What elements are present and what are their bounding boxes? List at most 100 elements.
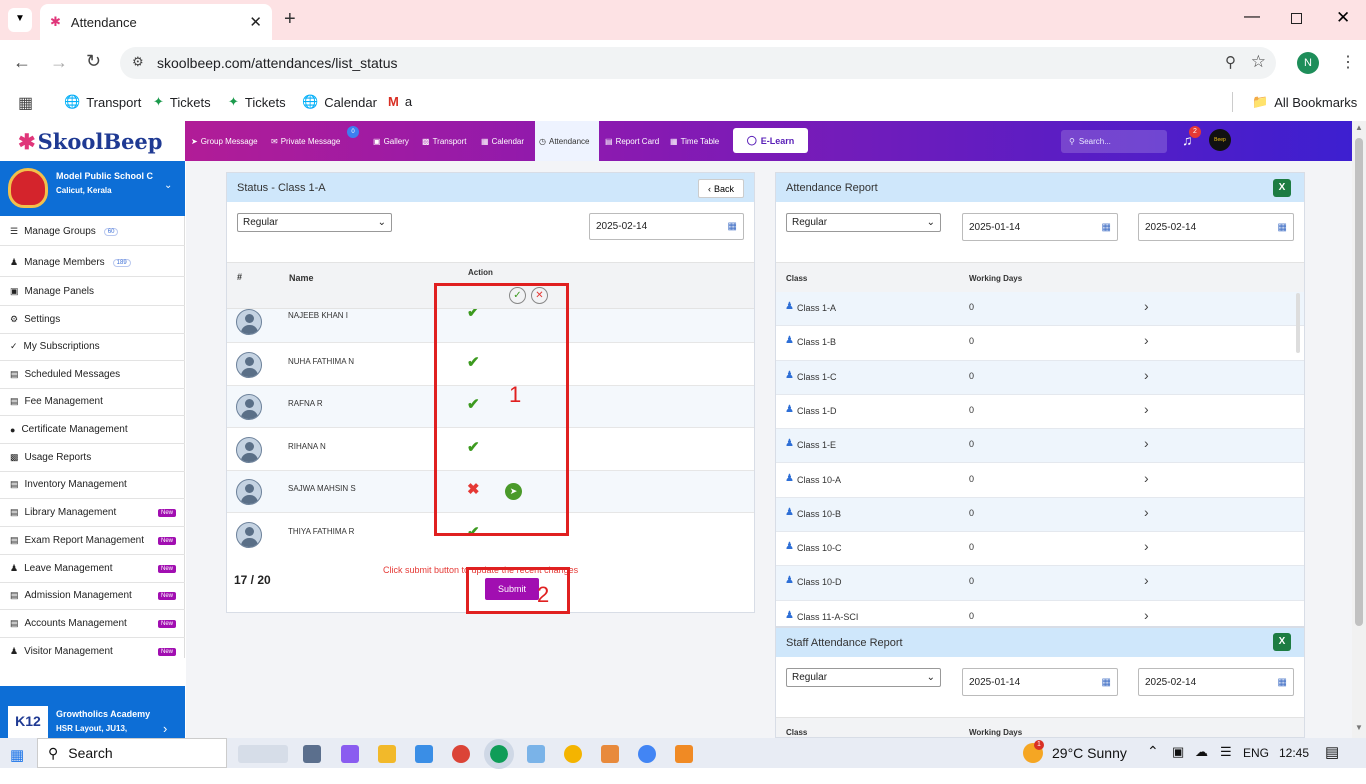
attendance-type-select[interactable]: Regular ⌄	[237, 213, 392, 232]
tab-search-dropdown-icon[interactable]: ▼	[8, 8, 32, 32]
restore-icon[interactable]	[1291, 13, 1302, 24]
sidebar-item[interactable]: ▤ Accounts Management New	[0, 610, 185, 638]
birds-widget-icon[interactable]	[238, 745, 288, 763]
nav-attendance[interactable]: ◷ Attendance	[535, 121, 599, 161]
bookmark-tickets-1[interactable]: ✦ Tickets	[153, 94, 211, 110]
clock[interactable]: 12:45	[1279, 746, 1309, 760]
sidebar-item[interactable]: ☰ Manage Groups 60	[0, 218, 185, 246]
sidebar-item[interactable]: ▤ Scheduled Messages	[0, 361, 185, 389]
profile-avatar[interactable]: N	[1297, 52, 1319, 74]
bookmark-transport[interactable]: 🌐 Transport	[64, 94, 141, 110]
chrome-2-icon[interactable]	[564, 745, 582, 763]
skoolbeep-logo[interactable]: ✱ SkoolBeep	[0, 121, 185, 161]
bookmark-calendar[interactable]: 🌐 Calendar	[302, 94, 377, 110]
sidebar-item[interactable]: ▤ Exam Report Management New	[0, 527, 185, 555]
report-from-date[interactable]: 2025-01-14 ▦	[962, 213, 1118, 241]
class-row[interactable]: ♟ Class 10-C 0 ›	[776, 532, 1304, 567]
nav-report-card[interactable]: ▤ Report Card	[601, 121, 663, 161]
status-date-field[interactable]: 2025-02-14 ▦	[589, 213, 744, 240]
report-type-select[interactable]: Regular ⌄	[786, 213, 941, 232]
url-field[interactable]: ⚙ skoolbeep.com/attendances/list_status …	[120, 47, 1276, 79]
chevron-right-icon[interactable]: ›	[1144, 298, 1149, 314]
other-school[interactable]: K12 Growtholics Academy HSR Layout, JU13…	[0, 686, 185, 738]
elearn-button[interactable]: ◯ E-Learn	[733, 128, 808, 153]
class-row[interactable]: ♟ Class 1-D 0 ›	[776, 394, 1304, 430]
nav-calendar[interactable]: ▦ Calendar	[477, 121, 528, 161]
chrome-icon[interactable]	[452, 745, 470, 763]
close-window-icon[interactable]: ✕	[1336, 8, 1350, 28]
notifications-icon[interactable]: ▤	[1325, 743, 1339, 761]
bookmark-gmail[interactable]: Ma	[388, 94, 412, 109]
browser-menu-icon[interactable]: ⋮	[1340, 52, 1356, 72]
class-list-scrollbar[interactable]	[1296, 293, 1300, 353]
new-tab-icon[interactable]: +	[284, 8, 296, 31]
chrome-3-icon[interactable]	[638, 745, 656, 763]
chevron-right-icon[interactable]: ›	[1144, 401, 1149, 417]
class-row[interactable]: ♟ Class 1-C 0 ›	[776, 360, 1304, 395]
taskbar-search[interactable]: ⚲ Search	[37, 738, 227, 768]
class-row[interactable]: ♟ Class 11-A-SCI 0 ›	[776, 600, 1304, 626]
sidebar-item[interactable]: ▤ Inventory Management	[0, 471, 185, 499]
nav-gallery[interactable]: ▣ Gallery	[369, 121, 413, 161]
class-row[interactable]: ♟ Class 1-B 0 ›	[776, 326, 1304, 361]
sidebar-item[interactable]: ● Certificate Management	[0, 416, 185, 444]
excel-export-icon[interactable]: X	[1273, 633, 1291, 651]
back-button[interactable]: ‹ Back	[698, 179, 744, 198]
task-view-icon[interactable]	[303, 745, 321, 763]
user-avatar[interactable]: Beep	[1209, 129, 1231, 151]
chevron-right-icon[interactable]: ›	[1144, 332, 1149, 348]
lang-indicator[interactable]: ENG	[1243, 746, 1269, 760]
staff-type-select[interactable]: Regular ⌄	[786, 668, 941, 687]
wifi-icon[interactable]: ☰	[1220, 744, 1232, 760]
excel-export-icon[interactable]: X	[1273, 179, 1291, 197]
weather-text[interactable]: 29°C Sunny	[1052, 745, 1127, 761]
chevron-right-icon[interactable]: ›	[1144, 435, 1149, 451]
nav-private-message[interactable]: ✉ Private Message 0	[267, 121, 359, 161]
chevron-right-icon[interactable]: ›	[1144, 538, 1149, 554]
sidebar-item[interactable]: ⚙ Settings	[0, 306, 185, 334]
nav-transport[interactable]: ▩ Transport	[418, 121, 471, 161]
sidebar-item[interactable]: ▤ Library Management New	[0, 499, 185, 527]
scroll-thumb[interactable]	[1355, 138, 1363, 626]
paint-icon[interactable]	[601, 745, 619, 763]
report-to-date[interactable]: 2025-02-14 ▦	[1138, 213, 1294, 241]
photos-icon[interactable]	[675, 745, 693, 763]
site-info-icon[interactable]: ⚙	[132, 54, 144, 70]
apps-grid-icon[interactable]: ▦	[18, 93, 33, 113]
sidebar-item[interactable]: ♟ Manage Members 189	[0, 249, 185, 277]
scroll-down-icon[interactable]: ▼	[1355, 723, 1363, 732]
minimize-icon[interactable]: —	[1244, 8, 1260, 26]
all-bookmarks[interactable]: 📁 All Bookmarks	[1252, 94, 1357, 110]
zoom-icon[interactable]: ⚲	[1225, 53, 1236, 71]
class-row[interactable]: ♟ Class 10-D 0 ›	[776, 566, 1304, 601]
nav-group-message[interactable]: ➤ Group Message	[187, 121, 262, 161]
chevron-down-icon[interactable]: ⌄	[164, 180, 172, 191]
forward-icon[interactable]: →	[50, 52, 68, 73]
class-row[interactable]: ♟ Class 1-A 0 ›	[776, 292, 1304, 327]
browser-tab[interactable]: ✱ Attendance ✕	[40, 4, 272, 40]
chevron-right-icon[interactable]: ›	[1144, 470, 1149, 486]
staff-from-date[interactable]: 2025-01-14 ▦	[962, 668, 1118, 696]
sidebar-item[interactable]: ▤ Admission Management New	[0, 582, 185, 610]
copilot-icon[interactable]	[341, 745, 359, 763]
class-row[interactable]: ♟ Class 10-A 0 ›	[776, 463, 1304, 498]
nav-time-table[interactable]: ▦ Time Table	[666, 121, 723, 161]
chevron-right-icon[interactable]: ›	[1144, 607, 1149, 623]
tray-chevron-icon[interactable]: ⌃	[1147, 743, 1159, 760]
bookmark-star-icon[interactable]: ☆	[1251, 52, 1266, 72]
windows-start-icon[interactable]: ▦	[10, 746, 24, 764]
reload-icon[interactable]: ↻	[86, 51, 101, 72]
tab-close-icon[interactable]: ✕	[249, 13, 262, 31]
current-school[interactable]: Model Public School C Calicut, Kerala ⌄	[0, 161, 185, 216]
back-icon[interactable]: ←	[13, 52, 31, 73]
scroll-up-icon[interactable]: ▲	[1355, 123, 1363, 132]
chevron-right-icon[interactable]: ›	[1144, 367, 1149, 383]
class-row[interactable]: ♟ Class 1-E 0 ›	[776, 429, 1304, 464]
sidebar-item[interactable]: ▩ Usage Reports	[0, 444, 185, 472]
tray-device-icon[interactable]: ▣	[1172, 744, 1184, 760]
bookmark-tickets-2[interactable]: ✦ Tickets	[228, 94, 286, 110]
sidebar-item[interactable]: ♟ Leave Management New	[0, 555, 185, 583]
chrome-active-icon[interactable]	[484, 739, 514, 769]
staff-to-date[interactable]: 2025-02-14 ▦	[1138, 668, 1294, 696]
tray-cloud-icon[interactable]: ☁	[1195, 744, 1208, 760]
